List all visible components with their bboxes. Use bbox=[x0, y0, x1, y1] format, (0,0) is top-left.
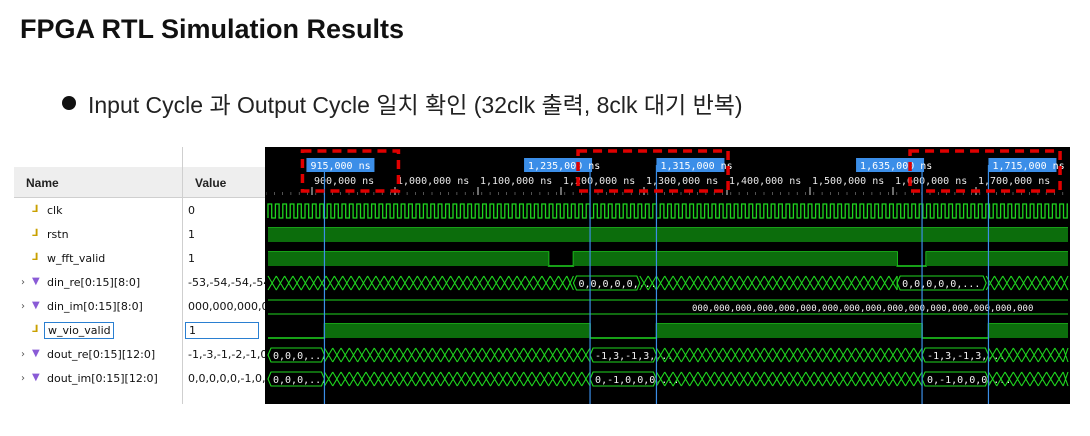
signal-row[interactable]: › ▼ dout_re[0:15][12:0] bbox=[14, 343, 182, 367]
din-re-bus bbox=[639, 275, 898, 291]
cursor-label: 1,315,000 ns bbox=[660, 161, 732, 172]
signal-row[interactable]: ⅃ w_vio_valid bbox=[14, 319, 182, 343]
ruler-label: 1,600,000 ns bbox=[895, 176, 967, 187]
w-vio-valid-fill bbox=[324, 324, 591, 338]
waveform-viewer: Name ⅃ clk ⅃ rstn ⅃ w_fft_valid › ▼ din_re[0:15]… bbox=[14, 147, 1070, 404]
clk-waveform bbox=[267, 203, 1068, 219]
ruler-label: 1,000,000 ns bbox=[397, 176, 469, 187]
bullet-text: Input Cycle 과 Output Cycle 일치 확인 (32clk … bbox=[88, 92, 743, 118]
dout-im-bus-label: 0,0,0,... bbox=[273, 375, 327, 386]
signal-name: din_re[0:15][8:0] bbox=[47, 276, 141, 289]
signal-value: 1 bbox=[185, 322, 259, 339]
din-re-bus-label: 0,0,0,0,0,... bbox=[902, 279, 980, 290]
dout-im-bus bbox=[323, 371, 591, 387]
page-title: FPGA RTL Simulation Results bbox=[20, 14, 405, 44]
expand-chevron-icon[interactable]: › bbox=[21, 277, 25, 288]
expand-chevron-icon[interactable]: › bbox=[21, 349, 25, 360]
din-im-bus-label: 000,000,000,000,000,000,000,000,000,000,… bbox=[692, 304, 1033, 314]
ruler-label: 1,400,000 ns bbox=[729, 176, 801, 187]
signal-row[interactable]: ⅃ w_fft_valid bbox=[14, 247, 182, 271]
cursor-label: 1,635,000 ns bbox=[860, 161, 932, 172]
w-vio-valid-fill bbox=[988, 324, 1068, 338]
expand-chevron-icon[interactable]: › bbox=[21, 373, 25, 384]
dout-im-bus-label: 0,-1,0,0,0,... bbox=[595, 375, 679, 386]
ruler-label: 1,500,000 ns bbox=[812, 176, 884, 187]
signal-value: -1,-3,-1,-2,-1,0,- bbox=[188, 348, 265, 361]
value-row[interactable]: 1 bbox=[183, 223, 265, 247]
bus-signal-icon: ▼ bbox=[32, 300, 40, 311]
ruler-label: 1,200,000 ns bbox=[563, 176, 635, 187]
expand-chevron-icon[interactable]: › bbox=[21, 301, 25, 312]
dout-im-bus bbox=[655, 371, 923, 387]
signal-value: 0 bbox=[188, 204, 195, 217]
signal-name: dout_im[0:15][12:0] bbox=[47, 372, 158, 385]
cursor-label: 1,715,000 ns bbox=[992, 161, 1064, 172]
signal-name: w_vio_valid bbox=[44, 322, 114, 339]
signal-row[interactable]: › ▼ din_im[0:15][8:0] bbox=[14, 295, 182, 319]
cursor-label: 1,235,000 ns bbox=[528, 161, 600, 172]
rstn-fill bbox=[268, 228, 1068, 242]
bus-signal-icon: ▼ bbox=[32, 372, 40, 383]
waveform-canvas[interactable]: 900,000 ns 1,000,000 ns 1,100,000 ns 1,200,… bbox=[266, 147, 1070, 404]
value-row[interactable]: -1,-3,-1,-2,-1,0,- bbox=[183, 343, 265, 367]
signal-value: -53,-54,-54,-54, bbox=[188, 276, 265, 289]
ruler-label: 1,100,000 ns bbox=[480, 176, 552, 187]
din-re-bus bbox=[985, 275, 1069, 291]
bullet-item: Input Cycle 과 Output Cycle 일치 확인 (32clk … bbox=[62, 86, 743, 120]
bit-signal-icon: ⅃ bbox=[32, 324, 39, 335]
value-row[interactable]: 0 bbox=[183, 199, 265, 223]
name-column: Name ⅃ clk ⅃ rstn ⅃ w_fft_valid › ▼ din_re[0:15]… bbox=[14, 147, 182, 404]
signal-row[interactable]: ⅃ rstn bbox=[14, 223, 182, 247]
w-fft-valid-fill bbox=[926, 252, 1068, 266]
value-row[interactable]: -53,-54,-54,-54, bbox=[183, 271, 265, 295]
cursor-label: 915,000 ns bbox=[310, 161, 370, 172]
bit-signal-icon: ⅃ bbox=[32, 204, 39, 215]
value-column: Value 0 1 1 -53,-54,-54,-54, 000,000,000,000… bbox=[182, 147, 265, 404]
bit-signal-icon: ⅃ bbox=[32, 252, 39, 263]
dout-im-bus-label: 0,-1,0,0,0,... bbox=[927, 375, 1011, 386]
signal-name: clk bbox=[47, 204, 63, 217]
signal-row[interactable]: ⅃ clk bbox=[14, 199, 182, 223]
signal-value: 1 bbox=[188, 228, 195, 241]
value-header[interactable]: Value bbox=[183, 167, 265, 198]
signal-value: 1 bbox=[188, 252, 195, 265]
w-fft-valid-fill bbox=[268, 252, 549, 266]
name-header[interactable]: Name bbox=[14, 167, 182, 198]
bit-signal-icon: ⅃ bbox=[32, 228, 39, 239]
dout-re-bus bbox=[323, 347, 591, 363]
w-fft-valid-fill bbox=[573, 252, 898, 266]
value-row[interactable]: 0,0,0,0,0,-1,0,-3 bbox=[183, 367, 265, 391]
value-row[interactable]: 1 bbox=[183, 247, 265, 271]
value-row[interactable]: 000,000,000,000 bbox=[183, 295, 265, 319]
w-vio-valid-fill bbox=[656, 324, 923, 338]
signal-row[interactable]: › ▼ din_re[0:15][8:0] bbox=[14, 271, 182, 295]
signal-name: dout_re[0:15][12:0] bbox=[47, 348, 156, 361]
signal-name: rstn bbox=[47, 228, 69, 241]
signal-value: 000,000,000,000 bbox=[188, 300, 265, 313]
signal-name: din_im[0:15][8:0] bbox=[47, 300, 143, 313]
bullet-icon bbox=[62, 96, 76, 110]
dout-re-bus-label: 0,0,0,... bbox=[273, 351, 327, 362]
value-row[interactable]: 1 bbox=[183, 319, 265, 343]
dout-re-bus bbox=[655, 347, 923, 363]
bus-signal-icon: ▼ bbox=[32, 348, 40, 359]
signal-row[interactable]: › ▼ dout_im[0:15][12:0] bbox=[14, 367, 182, 391]
signal-value: 0,0,0,0,0,-1,0,-3 bbox=[188, 372, 265, 385]
signal-name: w_fft_valid bbox=[47, 252, 106, 265]
bus-signal-icon: ▼ bbox=[32, 276, 40, 287]
din-re-bus bbox=[267, 275, 574, 291]
ruler-label: 900,000 ns bbox=[314, 176, 374, 187]
